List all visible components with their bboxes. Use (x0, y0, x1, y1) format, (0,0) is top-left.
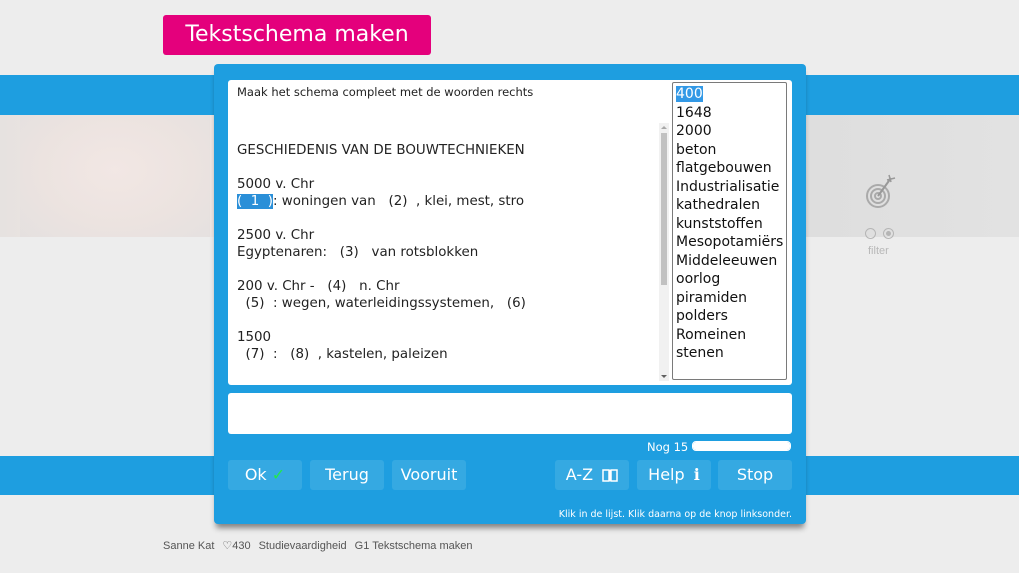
help-button[interactable]: Help i (637, 460, 711, 490)
word-list-item[interactable]: kunststoffen (675, 215, 784, 234)
word-list-item[interactable]: kathedralen (675, 196, 784, 215)
page-title: Tekstschema maken (163, 15, 431, 55)
footer-breadcrumb: Sanne Kat ♡430 Studievaardigheid G1 Tekstsc… (163, 539, 480, 552)
word-label: kathedralen (676, 197, 761, 213)
word-label: stenen (676, 345, 724, 361)
word-list[interactable]: 400 1648 2000 beton flatgebouwen Industrialis… (672, 82, 787, 380)
word-list-item[interactable]: piramiden (675, 289, 784, 308)
footer-score: ♡430 (222, 540, 251, 552)
scheme-line: ( 1 ): woningen van (2) , klei, mest, st… (237, 193, 657, 210)
footer-user: Sanne Kat (163, 540, 215, 552)
scheme-blank-line (237, 159, 657, 176)
filter-label: filter (868, 245, 889, 257)
scheme-line: (7) : (8) , kastelen, paleizen (237, 347, 448, 362)
word-label: kunststoffen (676, 215, 763, 232)
progress-bar (692, 441, 791, 451)
footer-subject[interactable]: Studievaardigheid (259, 540, 347, 552)
back-button[interactable]: Terug (310, 460, 384, 490)
filter-radio-on[interactable] (883, 228, 894, 239)
active-gap-1[interactable]: ( 1 ) (237, 194, 273, 209)
scroll-down-icon[interactable] (661, 375, 667, 378)
target-icon[interactable] (865, 172, 897, 210)
az-label: A-Z (565, 465, 594, 484)
word-label: 1648 (676, 104, 712, 121)
scheme-line: 1500 (237, 330, 272, 345)
content-panel: Maak het schema compleet met de woorden … (228, 80, 792, 385)
word-label: Industrialisatie (676, 178, 780, 195)
scheme-blank-line (237, 261, 657, 278)
stop-button[interactable]: Stop (718, 460, 792, 490)
word-label: polders (676, 308, 728, 324)
side-controls: filter (855, 170, 905, 270)
background-face (20, 115, 210, 237)
word-label: oorlog (676, 271, 721, 287)
word-label: Middeleeuwen (676, 252, 778, 269)
filter-radio-off[interactable] (865, 228, 876, 239)
word-label: Mesopotamiërs (676, 234, 784, 250)
ok-button[interactable]: Ok ✓ (228, 460, 302, 490)
word-list-item[interactable]: Mesopotamiërs (675, 233, 784, 252)
progress-fill (693, 442, 790, 450)
scheme-blank-line (237, 312, 657, 329)
word-list-item[interactable]: oorlog (675, 270, 784, 289)
help-label: Help (648, 465, 685, 484)
word-label: piramiden (676, 289, 748, 306)
forward-button[interactable]: Vooruit (392, 460, 466, 490)
scroll-up-icon[interactable] (661, 126, 667, 129)
footer-lesson[interactable]: G1 Tekstschema maken (355, 540, 473, 552)
exercise-dialog: Maak het schema compleet met de woorden … (214, 64, 806, 524)
text-scheme: GESCHIEDENIS VAN DE BOUWTECHNIEKEN 5000 v… (237, 142, 657, 363)
info-icon: i (693, 465, 700, 484)
ok-label: Ok (244, 465, 267, 484)
word-list-item[interactable]: stenen (675, 344, 784, 363)
scheme-blank-line (237, 210, 657, 227)
word-label: flatgebouwen (676, 160, 772, 176)
scheme-line: Egyptenaren: (3) van rotsblokken (237, 245, 479, 260)
checkmark-icon: ✓ (271, 465, 286, 484)
scheme-line: (5) : wegen, waterleidingssystemen, (6) (237, 296, 526, 311)
word-list-item[interactable]: Romeinen (675, 326, 784, 345)
word-label: 2000 (676, 123, 712, 139)
scheme-line: 2500 v. Chr (237, 228, 315, 243)
word-list-item[interactable]: polders (675, 307, 784, 326)
scheme-line-text: : woningen van (2) , klei, mest, stro (273, 194, 525, 209)
scheme-heading: GESCHIEDENIS VAN DE BOUWTECHNIEKEN (237, 143, 525, 158)
scheme-scrollbar[interactable] (659, 123, 669, 381)
word-list-item[interactable]: Industrialisatie (675, 178, 784, 197)
word-label: Romeinen (676, 326, 747, 343)
progress-label: Nog 15 (647, 440, 689, 454)
az-button[interactable]: A-Z (555, 460, 629, 490)
word-list-item[interactable]: beton (675, 141, 784, 160)
word-list-item[interactable]: 400 (675, 85, 784, 104)
scroll-thumb[interactable] (661, 133, 667, 285)
answer-input[interactable] (228, 393, 792, 434)
word-label: beton (676, 141, 717, 158)
instruction-text: Maak het schema compleet met de woorden … (237, 85, 534, 99)
word-list-item[interactable]: Middeleeuwen (675, 252, 784, 271)
word-list-item[interactable]: 1648 (675, 104, 784, 123)
scheme-line: 5000 v. Chr (237, 177, 315, 192)
word-list-item[interactable]: 2000 (675, 122, 784, 141)
word-list-item[interactable]: flatgebouwen (675, 159, 784, 178)
scheme-line: 200 v. Chr - (4) n. Chr (237, 279, 400, 294)
hint-text: Klik in de lijst. Klik daarna op de knop… (558, 509, 792, 520)
word-label: 400 (676, 86, 703, 102)
book-icon (602, 469, 618, 482)
